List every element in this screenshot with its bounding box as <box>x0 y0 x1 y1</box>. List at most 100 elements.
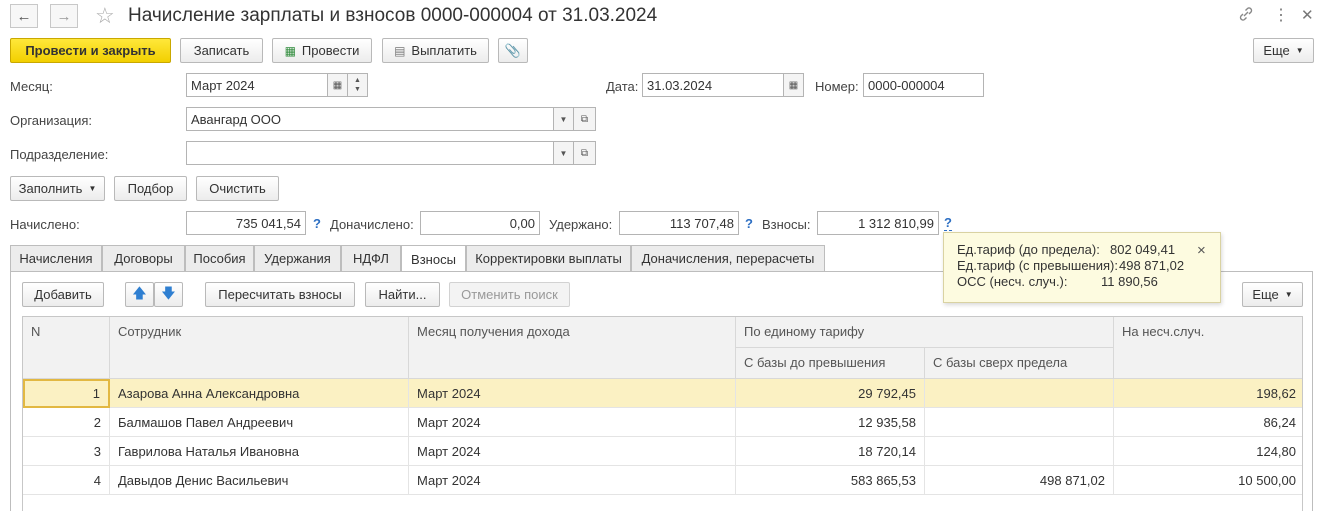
move-up-button[interactable]: 🡅 <box>125 282 154 307</box>
tab-payment-corrections[interactable]: Корректировки выплаты <box>466 245 631 271</box>
base-below-cell[interactable]: 29 792,45 <box>736 379 925 408</box>
close-icon[interactable]: × <box>1197 242 1206 259</box>
department-field[interactable] <box>186 141 554 165</box>
date-field[interactable]: 31.03.2024 <box>642 73 784 97</box>
employee-cell[interactable]: Давыдов Денис Васильевич <box>110 466 409 495</box>
add-button[interactable]: Добавить <box>22 282 104 307</box>
more-vertical-icon[interactable]: ⋮ <box>1273 5 1289 25</box>
base-below-cell[interactable]: 583 865,53 <box>736 466 925 495</box>
tab-deductions[interactable]: Удержания <box>254 245 341 271</box>
month-label: Месяц: <box>10 79 53 94</box>
row-number[interactable]: 4 <box>23 466 110 495</box>
post-and-close-button[interactable]: Провести и закрыть <box>10 38 171 63</box>
employee-cell[interactable]: Азарова Анна Александровна <box>110 379 409 408</box>
pay-button[interactable]: ▤ Выплатить <box>382 38 489 63</box>
recalculate-button[interactable]: Пересчитать взносы <box>205 282 355 307</box>
help-icon[interactable]: ? <box>313 216 321 231</box>
month-cell[interactable]: Март 2024 <box>409 379 736 408</box>
clear-button[interactable]: Очистить <box>196 176 279 201</box>
contributions-field: 1 312 810,99 <box>817 211 939 235</box>
organization-label: Организация: <box>10 113 93 128</box>
withheld-label: Удержано: <box>549 217 613 232</box>
table-row[interactable]: 2 Балмашов Павел Андреевич Март 2024 12 … <box>23 408 1302 437</box>
select-button[interactable]: Подбор <box>114 176 187 201</box>
help-icon[interactable]: ? <box>944 216 952 231</box>
tab-contributions[interactable]: Взносы <box>401 245 466 272</box>
month-field[interactable]: Март 2024 <box>186 73 328 97</box>
dropdown-chevron-icon[interactable]: ▼ <box>554 107 574 131</box>
month-cell[interactable]: Март 2024 <box>409 466 736 495</box>
base-above-cell[interactable] <box>925 408 1114 437</box>
column-header-employee[interactable]: Сотрудник <box>110 317 409 379</box>
row-number[interactable]: 2 <box>23 408 110 437</box>
employee-cell[interactable]: Балмашов Павел Андреевич <box>110 408 409 437</box>
number-label: Номер: <box>815 79 859 94</box>
chevron-up-icon[interactable]: ▲ <box>354 76 361 85</box>
base-below-cell[interactable]: 12 935,58 <box>736 408 925 437</box>
month-cell[interactable]: Март 2024 <box>409 408 736 437</box>
paperclip-icon: 📎 <box>504 42 522 58</box>
dropdown-chevron-icon[interactable]: ▼ <box>554 141 574 165</box>
accident-cell[interactable]: 10 500,00 <box>1114 466 1302 495</box>
column-header-base-above[interactable]: С базы сверх предела <box>925 348 1114 379</box>
table-row[interactable]: 3 Гаврилова Наталья Ивановна Март 2024 1… <box>23 437 1302 466</box>
employee-cell[interactable]: Гаврилова Наталья Ивановна <box>110 437 409 466</box>
column-header-month[interactable]: Месяц получения дохода <box>409 317 736 379</box>
cancel-search-button[interactable]: Отменить поиск <box>449 282 570 307</box>
calendar-icon[interactable]: ▦ <box>784 73 804 97</box>
chevron-down-icon: ▼ <box>1295 46 1304 55</box>
month-stepper[interactable]: ▲ ▼ <box>348 73 368 97</box>
more-button[interactable]: Еще ▼ <box>1253 38 1314 63</box>
accrued-label: Начислено: <box>10 217 80 232</box>
chevron-down-icon[interactable]: ▼ <box>354 85 361 94</box>
tab-ndfl[interactable]: НДФЛ <box>341 245 401 271</box>
tooltip-label: ОСС (несч. случ.): <box>957 274 1068 289</box>
department-label: Подразделение: <box>10 147 109 162</box>
tooltip-label: Ед.тариф (до предела): <box>957 242 1100 257</box>
table-more-button[interactable]: Еще ▼ <box>1242 282 1303 307</box>
accident-cell[interactable]: 198,62 <box>1114 379 1302 408</box>
link-icon[interactable] <box>1238 6 1254 25</box>
organization-field[interactable]: Авангард ООО <box>186 107 554 131</box>
tab-contracts[interactable]: Договоры <box>102 245 185 271</box>
tab-accruals[interactable]: Начисления <box>10 245 102 271</box>
date-label: Дата: <box>606 79 639 94</box>
base-above-cell[interactable] <box>925 437 1114 466</box>
column-header-accident[interactable]: На несч.случ. <box>1114 317 1302 379</box>
month-cell[interactable]: Март 2024 <box>409 437 736 466</box>
table-row[interactable]: 4 Давыдов Денис Васильевич Март 2024 583… <box>23 466 1302 495</box>
accrued-field: 735 041,54 <box>186 211 306 235</box>
accident-cell[interactable]: 124,80 <box>1114 437 1302 466</box>
close-icon[interactable]: ✕ <box>1301 6 1314 24</box>
attach-button[interactable]: 📎 <box>498 38 528 63</box>
star-icon[interactable]: ☆ <box>95 3 115 29</box>
post-button[interactable]: ▦ Провести <box>272 38 372 63</box>
column-header-base-below[interactable]: С базы до превышения <box>736 348 925 379</box>
table-row[interactable]: 1 Азарова Анна Александровна Март 2024 2… <box>23 379 1302 408</box>
chevron-down-icon: ▼ <box>88 184 97 193</box>
tab-recalculations[interactable]: Доначисления, перерасчеты <box>631 245 825 271</box>
save-button[interactable]: Записать <box>180 38 263 63</box>
find-button[interactable]: Найти... <box>365 282 440 307</box>
tooltip-value: 498 871,02 <box>1119 258 1185 273</box>
base-above-cell[interactable] <box>925 379 1114 408</box>
base-above-cell[interactable]: 498 871,02 <box>925 466 1114 495</box>
open-icon[interactable]: ⧉ <box>574 107 596 131</box>
row-number[interactable]: 1 <box>23 379 110 408</box>
accident-cell[interactable]: 86,24 <box>1114 408 1302 437</box>
arrow-right-icon: → <box>56 7 72 25</box>
back-button[interactable]: ← <box>10 4 38 28</box>
move-down-button[interactable]: 🡇 <box>154 282 183 307</box>
number-field[interactable]: 0000-000004 <box>863 73 984 97</box>
base-below-cell[interactable]: 18 720,14 <box>736 437 925 466</box>
page-title: Начисление зарплаты и взносов 0000-00000… <box>128 5 658 26</box>
column-header-n[interactable]: N <box>23 317 110 379</box>
tab-benefits[interactable]: Пособия <box>185 245 254 271</box>
forward-button[interactable]: → <box>50 4 78 28</box>
column-header-single-tariff: По единому тарифу <box>736 317 1114 348</box>
fill-button[interactable]: Заполнить ▼ <box>10 176 105 201</box>
calendar-icon[interactable]: ▦ <box>328 73 348 97</box>
row-number[interactable]: 3 <box>23 437 110 466</box>
help-icon[interactable]: ? <box>745 216 753 231</box>
open-icon[interactable]: ⧉ <box>574 141 596 165</box>
